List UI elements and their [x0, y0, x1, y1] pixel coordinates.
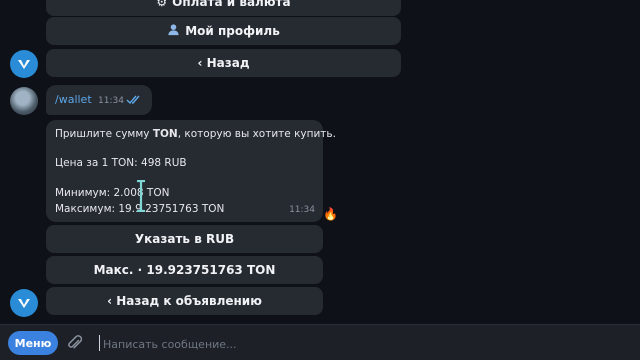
- instruction-text: Пришлите сумму TON, которую вы хотите ку…: [55, 128, 336, 140]
- gear-icon: ⚙: [156, 0, 168, 9]
- bot-avatar[interactable]: [10, 50, 38, 78]
- bot-avatar[interactable]: [10, 289, 38, 317]
- input-caret: [99, 335, 100, 351]
- payment-currency-button[interactable]: ⚙ Оплата и валюта: [46, 0, 401, 16]
- payment-currency-label: Оплата и валюта: [172, 0, 291, 9]
- user-avatar[interactable]: [10, 87, 38, 115]
- bot-message[interactable]: Пришлите сумму TON, которую вы хотите ку…: [46, 120, 336, 222]
- message-input[interactable]: [101, 331, 625, 357]
- back-to-ad-label: ‹ Назад к объявлению: [107, 294, 262, 308]
- bot-logo-icon: [18, 299, 30, 308]
- my-profile-button[interactable]: Мой профиль: [46, 17, 401, 45]
- max-amount-label: Макс. · 19.923751763 TON: [93, 263, 276, 277]
- max-amount-button[interactable]: Макс. · 19.923751763 TON: [46, 256, 323, 284]
- user-icon: [167, 23, 180, 39]
- message-composer: Меню: [0, 324, 640, 360]
- back-to-ad-button[interactable]: ‹ Назад к объявлению: [46, 287, 323, 315]
- message-time: 11:34: [98, 96, 124, 106]
- back-button[interactable]: ‹ Назад: [46, 49, 401, 77]
- minimum-text: Минимум: 2.008 TON: [55, 187, 170, 199]
- message-time: 11:34: [289, 205, 315, 215]
- specify-rub-button[interactable]: Указать в RUB: [46, 225, 323, 253]
- menu-button[interactable]: Меню: [8, 331, 58, 355]
- read-checkmarks-icon: [126, 95, 140, 105]
- attach-icon[interactable]: [66, 334, 84, 352]
- outgoing-message[interactable]: /wallet 11:34: [46, 85, 152, 115]
- specify-rub-label: Указать в RUB: [134, 232, 235, 246]
- bot-logo-icon: [18, 60, 30, 69]
- fire-reaction-icon[interactable]: 🔥: [323, 207, 338, 221]
- wallet-command-link[interactable]: /wallet: [55, 93, 92, 106]
- back-label: ‹ Назад: [197, 56, 250, 70]
- text-cursor-icon: [137, 180, 145, 212]
- my-profile-label: Мой профиль: [185, 24, 280, 38]
- price-text: Цена за 1 TON: 498 RUB: [55, 157, 187, 169]
